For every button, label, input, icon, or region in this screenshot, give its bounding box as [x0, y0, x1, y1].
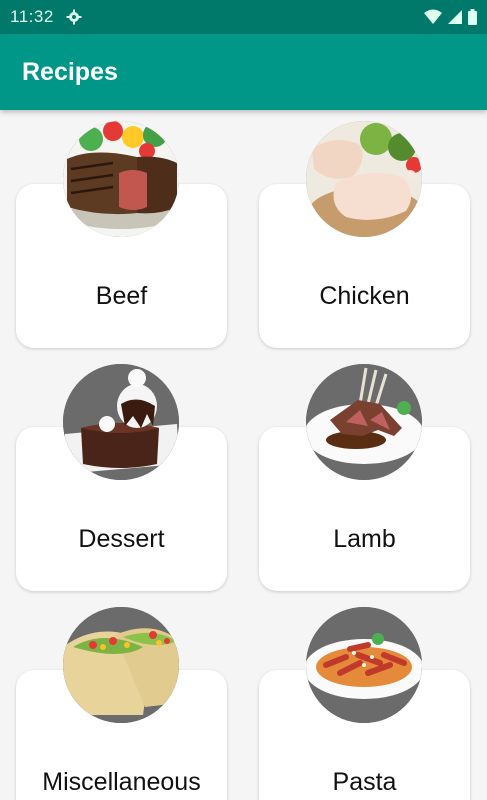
lamb-image[interactable]	[306, 364, 422, 480]
category-label: Chicken	[319, 282, 410, 310]
status-bar: 11:32	[0, 0, 487, 34]
pasta-image[interactable]	[306, 607, 422, 723]
status-time: 11:32	[10, 7, 54, 26]
dessert-image[interactable]	[63, 364, 179, 480]
category-label: Lamb	[333, 525, 396, 553]
category-label: Dessert	[78, 525, 165, 553]
tacos-image[interactable]	[63, 607, 179, 723]
category-label: Miscellaneous	[42, 768, 201, 796]
category-label: Pasta	[332, 768, 397, 796]
beef-image[interactable]	[63, 121, 179, 237]
category-label: Beef	[95, 282, 148, 310]
settings-gear-icon	[66, 9, 82, 25]
battery-icon	[468, 9, 477, 25]
page-title: Recipes	[22, 57, 118, 86]
category-grid: Beef Chicken Dessert Lamb Miscellaneous …	[0, 110, 487, 800]
cell-signal-icon	[448, 10, 462, 24]
wifi-icon	[424, 9, 442, 24]
app-bar: Recipes	[0, 34, 487, 110]
chicken-image[interactable]	[306, 121, 422, 237]
